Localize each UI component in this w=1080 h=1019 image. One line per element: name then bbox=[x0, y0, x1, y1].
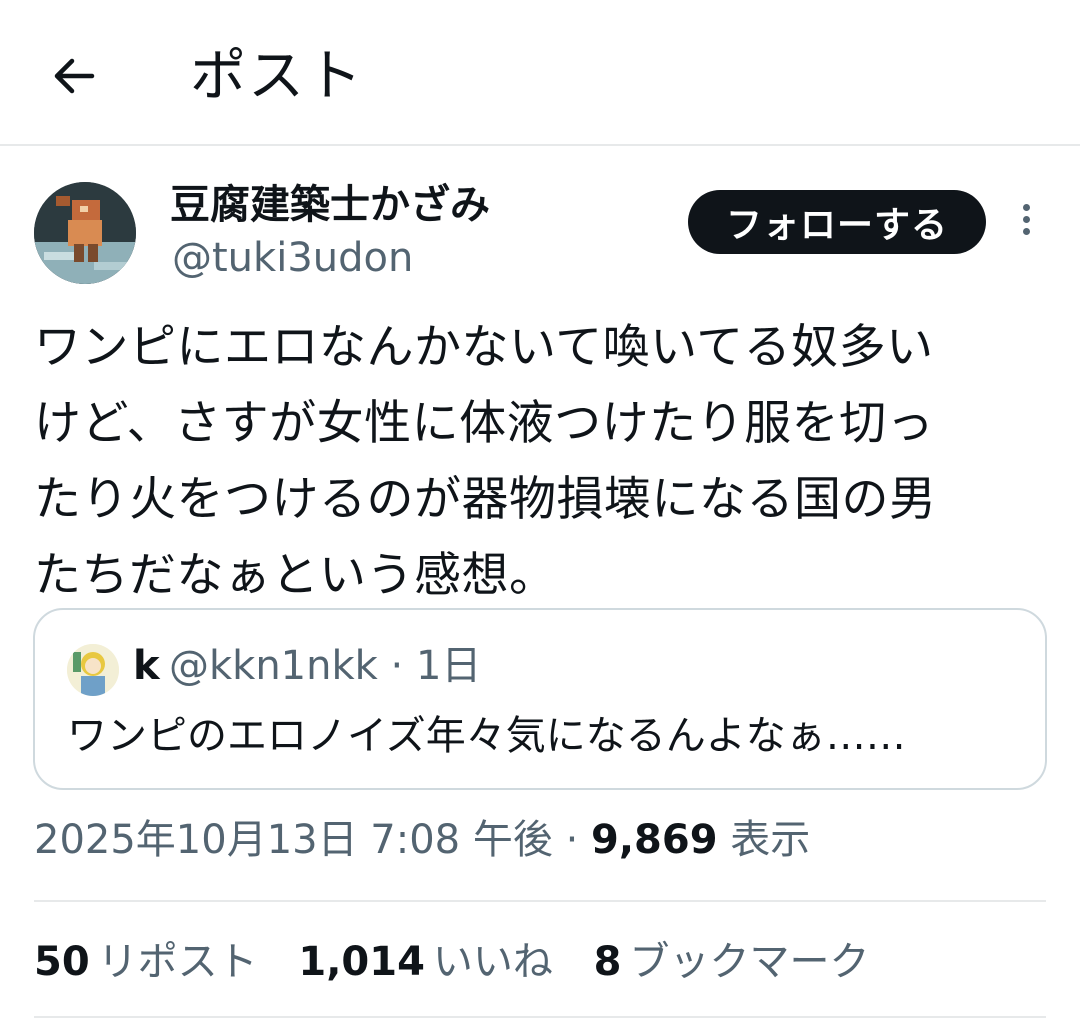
quote-avatar[interactable] bbox=[67, 644, 119, 696]
stat-label: ブックマーク bbox=[629, 939, 870, 985]
quote-handle: @kkn1nkk bbox=[169, 643, 378, 689]
more-vertical-icon bbox=[1022, 204, 1030, 211]
views-count: 9,869 bbox=[591, 817, 718, 863]
views-label: 表示 bbox=[730, 817, 811, 863]
tweet-text: ワンピにエロなんかないて喚いてる奴多い けど、さすが女性に体液つけたり服を切っ … bbox=[34, 320, 937, 603]
follow-button[interactable]: フォローする bbox=[688, 190, 986, 254]
stat-label: いいね bbox=[432, 939, 553, 985]
stat-number: 50 bbox=[34, 939, 90, 985]
quote-author-name: k bbox=[133, 643, 160, 689]
tweet-timestamp[interactable]: 2025年10月13日 7:08 午後 bbox=[34, 817, 553, 863]
quote-meta: @kkn1nkk · 1日 bbox=[169, 640, 481, 692]
more-options-button[interactable] bbox=[1012, 204, 1040, 240]
page-title: ポスト bbox=[190, 44, 364, 109]
tweet-meta: 2025年10月13日 7:08 午後 · 9,869 表示 bbox=[34, 812, 810, 868]
arrow-left-icon bbox=[54, 58, 95, 94]
quote-separator: · bbox=[377, 643, 416, 689]
bookmark-count[interactable]: 8 ブックマーク bbox=[594, 934, 870, 990]
divider bbox=[34, 900, 1046, 902]
author-display-name[interactable]: 豆腐建築士かざみ bbox=[170, 180, 490, 230]
stat-number: 8 bbox=[593, 939, 622, 985]
stat-number: 1,014 bbox=[298, 939, 425, 985]
quoted-tweet[interactable]: k @kkn1nkk · 1日 ワンピのエロノイズ年々気になるんよなぁ…… bbox=[33, 608, 1047, 790]
author-avatar[interactable] bbox=[34, 182, 136, 284]
engagement-stats: 50 リポスト 1,014 いいね 8 ブックマーク bbox=[34, 934, 897, 990]
divider bbox=[34, 1016, 1046, 1018]
like-count[interactable]: 1,014 いいね bbox=[298, 934, 553, 990]
author-handle[interactable]: @tuki3udon bbox=[172, 234, 413, 282]
quote-text: ワンピのエロノイズ年々気になるんよなぁ…… bbox=[67, 713, 906, 759]
stat-label: リポスト bbox=[97, 939, 258, 985]
top-bar: ポスト bbox=[0, 0, 1080, 146]
repost-count[interactable]: 50 リポスト bbox=[34, 934, 258, 990]
back-button[interactable] bbox=[48, 50, 100, 102]
quote-time: 1日 bbox=[415, 643, 482, 689]
meta-separator: · bbox=[552, 817, 592, 863]
